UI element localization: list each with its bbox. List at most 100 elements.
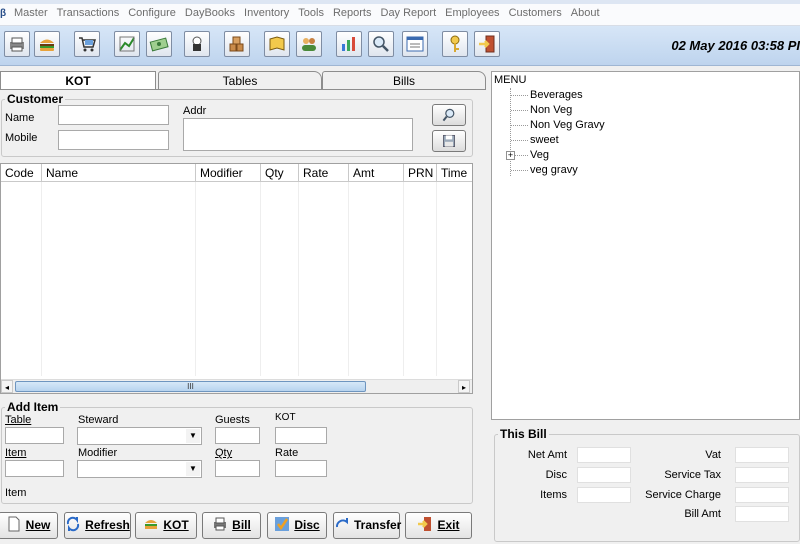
tree-line: [511, 95, 528, 96]
book-icon[interactable]: [264, 31, 290, 57]
report-icon[interactable]: [402, 31, 428, 57]
refresh-button[interactable]: Refresh: [64, 512, 131, 539]
grid-line: [41, 182, 42, 376]
mobile-label: Mobile: [5, 132, 38, 144]
column-amt[interactable]: Amt: [349, 164, 404, 182]
key-icon[interactable]: [442, 31, 468, 57]
discount-icon: [275, 517, 290, 531]
tree-item-sweet[interactable]: sweet: [530, 134, 559, 146]
menu-employees[interactable]: Employees: [440, 7, 503, 19]
guests-field[interactable]: [215, 427, 260, 444]
modifier-label: Modifier: [78, 447, 118, 459]
bill-amt-value: [735, 506, 789, 522]
items-label: Items: [540, 489, 567, 501]
app-icon[interactable]: β: [0, 9, 9, 19]
service-tax-value: [735, 467, 789, 483]
this-bill-legend: This Bill: [498, 427, 549, 441]
scroll-left-arrow[interactable]: ◂: [1, 380, 13, 393]
money-icon[interactable]: [146, 31, 172, 57]
column-name[interactable]: Name: [42, 164, 196, 182]
menu-tree[interactable]: MENU Beverages Non Veg Non Veg Gravy swe…: [491, 71, 800, 420]
mobile-field[interactable]: [58, 130, 169, 150]
qty-field[interactable]: [215, 460, 260, 477]
tree-item-non-veg[interactable]: Non Veg: [530, 104, 572, 116]
exit-button[interactable]: Exit: [405, 512, 472, 539]
menu-about[interactable]: About: [566, 7, 604, 19]
tree-root-menu[interactable]: MENU: [494, 74, 526, 86]
tab-tables[interactable]: Tables: [158, 71, 322, 89]
disc-button[interactable]: Disc: [267, 512, 327, 539]
column-rate[interactable]: Rate: [299, 164, 349, 182]
tree-line: [511, 170, 528, 171]
column-code[interactable]: Code: [1, 164, 42, 182]
cart-icon[interactable]: [74, 31, 100, 57]
menu-transactions[interactable]: Transactions: [52, 7, 124, 19]
bill-amt-label: Bill Amt: [684, 508, 721, 520]
menu-master[interactable]: Master: [9, 7, 52, 19]
tree-item-non-veg-gravy[interactable]: Non Veg Gravy: [530, 119, 605, 131]
column-modifier[interactable]: Modifier: [196, 164, 261, 182]
modifier-select[interactable]: ▼: [77, 460, 202, 478]
customer-search-button[interactable]: [432, 104, 466, 126]
menu-reports[interactable]: Reports: [328, 7, 376, 19]
tree-line: [511, 125, 528, 126]
item-field[interactable]: [5, 460, 64, 477]
menu-daybooks[interactable]: DayBooks: [180, 7, 239, 19]
bill-button[interactable]: Bill: [202, 512, 261, 539]
expand-plus-icon[interactable]: +: [506, 151, 515, 160]
column-qty[interactable]: Qty: [261, 164, 299, 182]
column-prn[interactable]: PRN: [404, 164, 437, 182]
menu-inventory[interactable]: Inventory: [239, 7, 293, 19]
scroll-right-arrow[interactable]: ▸: [458, 380, 470, 393]
title-strip: [0, 0, 800, 4]
menu-panel: MENU Beverages Non Veg Non Veg Gravy swe…: [486, 66, 800, 544]
chart-icon[interactable]: [114, 31, 140, 57]
toolbar: 02 May 2016 03:58 PI: [0, 26, 800, 66]
tab-kot[interactable]: KOT: [0, 71, 156, 89]
scroll-thumb[interactable]: III: [15, 381, 366, 392]
address-field[interactable]: [183, 118, 413, 151]
customer-save-button[interactable]: [432, 130, 466, 152]
search-icon[interactable]: [368, 31, 394, 57]
menu-day-report[interactable]: Day Report: [376, 7, 441, 19]
table-field[interactable]: [5, 427, 64, 444]
net-amt-label: Net Amt: [527, 449, 567, 461]
tree-item-beverages[interactable]: Beverages: [530, 89, 583, 101]
name-label: Name: [5, 112, 35, 124]
qty-label: Qty: [215, 447, 233, 459]
kot-field[interactable]: [275, 427, 327, 444]
menu-customers[interactable]: Customers: [504, 7, 566, 19]
printer-icon[interactable]: [4, 31, 30, 57]
bar-chart-icon[interactable]: [336, 31, 362, 57]
menu-configure[interactable]: Configure: [123, 7, 180, 19]
steward-select[interactable]: ▼: [77, 427, 202, 445]
vat-value: [735, 447, 789, 463]
boxes-icon[interactable]: [224, 31, 250, 57]
column-time[interactable]: Time: [437, 164, 474, 182]
item-label: Item: [5, 447, 27, 459]
new-document-icon: [8, 516, 20, 532]
horizontal-scrollbar[interactable]: ◂ III ▸: [1, 379, 472, 393]
kot-button[interactable]: KOT: [135, 512, 197, 539]
service-tax-label: Service Tax: [664, 469, 721, 481]
menu-tools[interactable]: Tools: [293, 7, 328, 19]
vat-label: Vat: [705, 449, 721, 461]
new-button[interactable]: New: [0, 512, 58, 539]
tree-line: [511, 140, 528, 141]
transfer-icon: [336, 518, 348, 528]
name-field[interactable]: [58, 105, 169, 125]
tree-item-veg[interactable]: Veg: [530, 149, 549, 161]
grid-header: Code Name Modifier Qty Rate Amt PRN Time: [1, 164, 472, 182]
order-grid[interactable]: Code Name Modifier Qty Rate Amt PRN Time…: [0, 163, 473, 394]
tab-bills[interactable]: Bills: [322, 71, 486, 89]
service-charge-label: Service Charge: [645, 489, 721, 501]
transfer-button[interactable]: Transfer: [333, 512, 401, 539]
tree-item-veg-gravy[interactable]: veg gravy: [530, 164, 578, 176]
chevron-down-icon: ▼: [186, 429, 200, 443]
people-icon[interactable]: [296, 31, 322, 57]
burger-icon[interactable]: [34, 31, 60, 57]
chef-icon[interactable]: [184, 31, 210, 57]
rate-field[interactable]: [275, 460, 327, 477]
exit-icon[interactable]: [474, 31, 500, 57]
exit-icon: [418, 517, 432, 531]
